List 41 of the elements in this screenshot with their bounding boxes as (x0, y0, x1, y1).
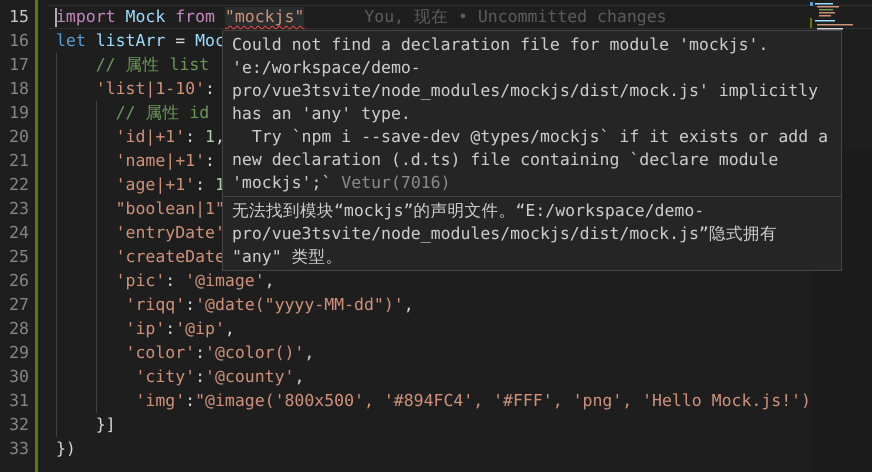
code-line: // 属性 id (116, 102, 210, 124)
code-line: import Mock from "mockjs" (56, 6, 304, 28)
text-cursor (55, 8, 57, 27)
line-number: 20 (8, 126, 29, 148)
line-number: 22 (8, 174, 29, 196)
line-number: 28 (8, 318, 29, 340)
code-line: "boolean|1" (116, 198, 225, 220)
line-number: 19 (8, 102, 29, 124)
line-number: 33 (8, 438, 29, 460)
line-number: 17 (8, 54, 29, 76)
code-line: 'riqq':'@date("yyyy-MM-dd")', (126, 294, 414, 316)
code-line: 'img':"@image('800x500', '#894FC4', '#FFF', 'png', 'Hello Mock.js!') (135, 390, 811, 412)
line-number: 29 (8, 342, 29, 364)
translated-error-message: 无法找到模块“mockjs”的声明文件。“E:/workspace/demo- pro/vue3tsvite/node_modules/mockjs/dist/mock.js”隐式拥有 "any" 类型。 (232, 201, 777, 266)
line-number: 24 (8, 222, 29, 244)
line-number: 26 (8, 270, 29, 292)
code-line: 'createDate (116, 246, 225, 268)
code-line: }) (56, 438, 76, 460)
line-number: 18 (8, 78, 29, 100)
line-number: 30 (8, 366, 29, 388)
error-message: Could not find a declaration file for module 'mockjs'. 'e:/workspace/demo- pro/vue3tsvite/node_modules/mockjs/dist/mock.js' implicitly has an 'any' type. Try `npm i --save-dev @types/mockjs` if it exists or add a new declaration (.d.ts) file containing `declare module 'mockjs';` Vetur(7016) (231, 34, 830, 194)
code-line: }] (96, 414, 116, 436)
line-number: 16 (8, 30, 29, 52)
line-number: 21 (8, 150, 29, 172)
git-blame-annotation: You, 现在 • Uncommitted changes (364, 6, 667, 28)
code-line: 'id|+1': 1, (116, 126, 225, 148)
code-line: 'name|+1': (116, 150, 216, 172)
code-line: 'city':'@county', (135, 366, 304, 388)
code-line: // 属性 list (96, 54, 210, 76)
line-number: 23 (8, 198, 29, 220)
code-line: 'list|1-10': (96, 78, 216, 100)
line-number: 32 (8, 414, 29, 436)
line-number: 27 (8, 294, 29, 316)
line-number: 25 (8, 246, 29, 268)
code-line: 'entryDate' (116, 222, 225, 244)
line-number: 15 (8, 6, 29, 28)
code-line: let listArr = Moc (56, 30, 225, 52)
code-line: 'ip':'@ip', (126, 318, 235, 340)
code-line: 'pic': '@image', (116, 270, 275, 292)
code-line: 'color':'@color()', (126, 342, 314, 364)
line-number: 31 (8, 390, 29, 412)
